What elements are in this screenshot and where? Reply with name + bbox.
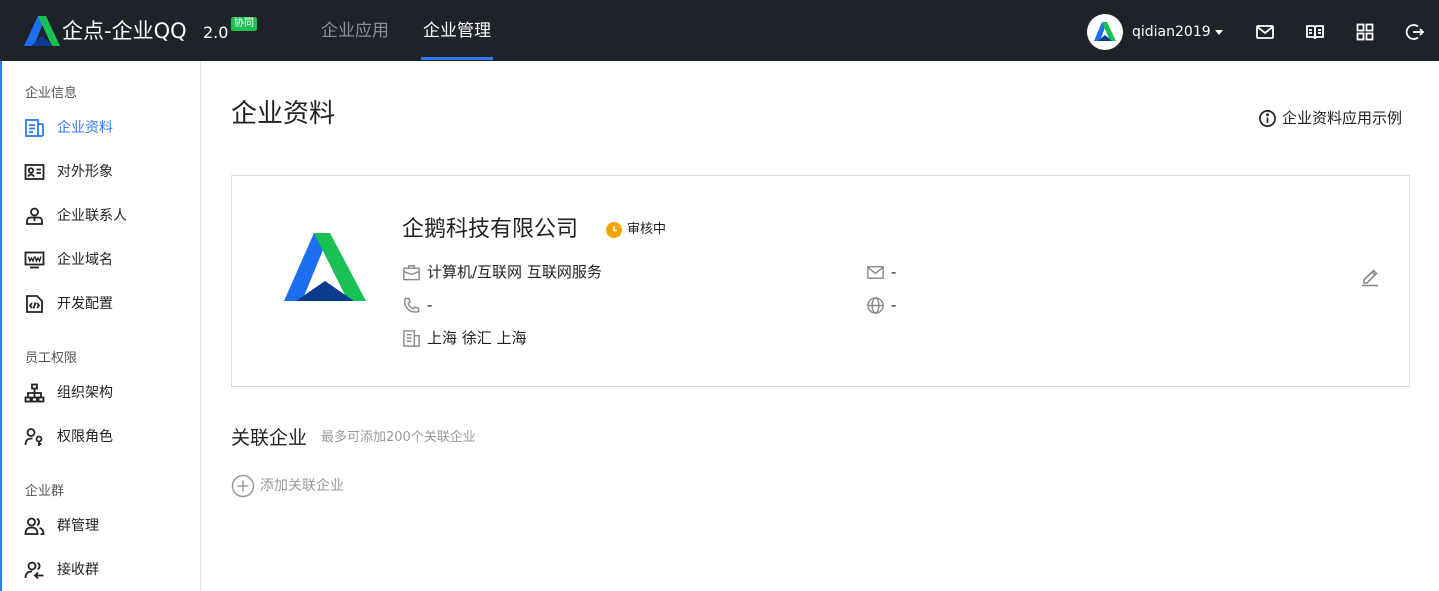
sidebar-item-label: 对外形象	[57, 164, 113, 180]
page-title: 企业资料	[231, 99, 336, 129]
help-example-label: 企业资料应用示例	[1282, 109, 1403, 127]
sidebar-item-contacts[interactable]: 企业联系人	[0, 202, 200, 230]
plus-circle-icon	[231, 474, 255, 498]
active-tab-indicator	[421, 57, 493, 60]
info-icon	[1259, 110, 1276, 127]
sidebar-group-title: 企业信息	[25, 86, 78, 101]
sidebar-item-label: 企业域名	[57, 252, 113, 268]
receive-group-icon	[24, 561, 44, 580]
sidebar-item-label: 组织架构	[57, 385, 113, 401]
logout-icon[interactable]	[1405, 22, 1425, 42]
sidebar-item-label: 开发配置	[57, 296, 113, 312]
email-text: -	[891, 263, 897, 281]
sidebar-group-title: 企业群	[25, 484, 65, 499]
phone-icon	[403, 297, 420, 313]
org-chart-icon	[24, 383, 45, 403]
address-text: 上海 徐汇 上海	[427, 329, 527, 347]
building-icon	[403, 330, 420, 347]
phone-text: -	[427, 296, 433, 314]
sidebar-item-label: 接收群	[57, 562, 99, 578]
book-icon[interactable]	[1305, 22, 1325, 42]
qidian-logo	[24, 16, 60, 46]
brand-name: 企点-企业QQ	[62, 19, 187, 43]
sidebar-item-external-image[interactable]: 对外形象	[0, 158, 200, 186]
group-users-icon	[24, 517, 45, 535]
contact-person-icon	[26, 207, 43, 225]
sidebar-item-roles[interactable]: 权限角色	[0, 423, 200, 451]
sidebar-item-label: 企业联系人	[57, 208, 127, 224]
apps-grid-icon[interactable]	[1355, 22, 1375, 42]
related-companies-hint: 最多可添加200个关联企业	[321, 430, 476, 445]
industry-text: 计算机/互联网 互联网服务	[427, 263, 602, 281]
user-menu[interactable]: qidian2019	[1132, 20, 1223, 44]
website-text: -	[891, 296, 897, 314]
avatar[interactable]	[1087, 14, 1123, 50]
tab-enterprise-management[interactable]: 企业管理	[423, 0, 491, 61]
company-profile-card: 企鹅科技有限公司 审核中 计算机/互联网 互联网服务 - 上海 徐汇 上海 -	[231, 175, 1410, 387]
sidebar-item-dev-config[interactable]: 开发配置	[0, 290, 200, 318]
sidebar-item-org-structure[interactable]: 组织架构	[0, 379, 200, 407]
sidebar: 企业信息 企业资料 对外形象 企业联系人 企业域名 开发配置 员工权限 组织架构…	[0, 61, 201, 591]
sidebar-item-receive-group[interactable]: 接收群	[0, 556, 200, 584]
avatar-logo-icon	[1094, 22, 1116, 41]
document-icon	[25, 119, 44, 137]
sidebar-item-label: 群管理	[57, 518, 99, 534]
briefcase-icon	[403, 265, 420, 281]
sidebar-group-title: 员工权限	[25, 351, 78, 366]
sidebar-item-domain[interactable]: 企业域名	[0, 246, 200, 274]
company-logo	[284, 233, 366, 301]
add-related-company-label: 添加关联企业	[260, 478, 344, 494]
sidebar-accent-bar	[0, 61, 2, 591]
sidebar-item-company-profile[interactable]: 企业资料	[0, 114, 200, 142]
sidebar-item-label: 权限角色	[57, 429, 113, 445]
sidebar-item-group-management[interactable]: 群管理	[0, 512, 200, 540]
sidebar-item-label: 企业资料	[57, 120, 113, 136]
edit-icon[interactable]	[1359, 265, 1381, 287]
code-file-icon	[26, 295, 43, 313]
caret-down-icon	[1214, 29, 1223, 35]
mail-icon[interactable]	[1255, 22, 1275, 42]
domain-monitor-icon	[24, 251, 45, 269]
username: qidian2019	[1132, 24, 1211, 40]
brand-version: 2.0	[203, 23, 229, 42]
id-card-icon	[24, 164, 45, 180]
globe-icon	[867, 297, 884, 314]
tab-enterprise-apps[interactable]: 企业应用	[321, 0, 389, 61]
top-bar: 企点-企业QQ 2.0 协同 企业应用 企业管理 qidian2019	[0, 0, 1439, 61]
mail-outline-icon	[867, 266, 884, 279]
clock-icon	[606, 222, 622, 238]
related-companies-title: 关联企业	[231, 427, 308, 449]
user-role-icon	[24, 428, 43, 446]
status-text: 审核中	[627, 222, 667, 237]
brand-badge: 协同	[231, 17, 257, 31]
company-name: 企鹅科技有限公司	[402, 217, 579, 242]
